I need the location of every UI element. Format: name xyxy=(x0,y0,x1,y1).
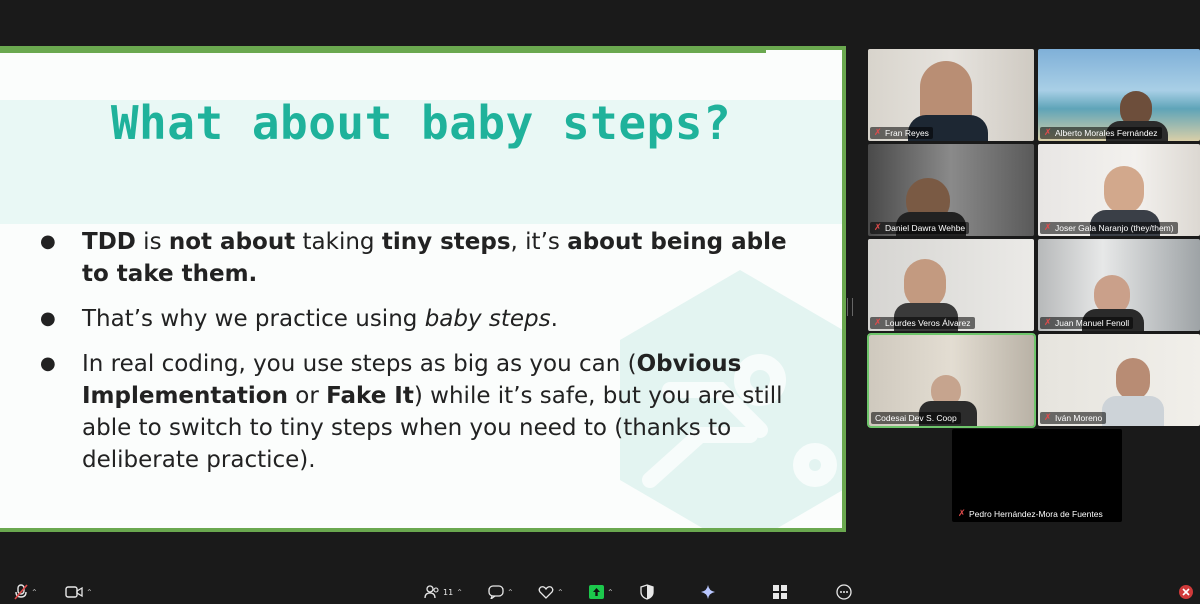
video-tile-no-video[interactable]: ✗ Pedro Hernández-Mora de Fuentes xyxy=(952,429,1122,522)
mic-muted-icon: ✗ xyxy=(1044,127,1052,138)
slide-top-edge xyxy=(0,50,766,53)
name-label: ✗ Joser Gala Naranjo (they/them) xyxy=(1040,222,1178,234)
video-tile[interactable]: ✗ Juan Manuel Fenoll xyxy=(1038,239,1200,331)
shared-slide: What about baby steps? TDD is not about … xyxy=(0,50,842,528)
video-tile[interactable]: ✗ Joser Gala Naranjo (they/them) xyxy=(1038,144,1200,236)
video-tile[interactable]: ✗ Alberto Morales Fernández xyxy=(1038,49,1200,141)
apps-button[interactable] xyxy=(773,582,787,602)
mute-button[interactable]: ⌃ xyxy=(14,582,38,602)
name-label: ✗ Juan Manuel Fenoll xyxy=(1040,317,1134,329)
chat-icon xyxy=(488,585,504,599)
share-screen-button[interactable]: ⌃ xyxy=(589,582,614,602)
name-label: ✗ Iván Moreno xyxy=(1040,412,1107,424)
video-button[interactable]: ⌃ xyxy=(65,582,93,602)
heart-icon xyxy=(538,586,554,599)
mic-muted-icon: ✗ xyxy=(874,317,882,328)
bullet-item: That’s why we practice using baby steps. xyxy=(40,303,800,335)
video-tile[interactable]: ✗ Lourdes Veros Álvarez xyxy=(868,239,1034,331)
shield-icon xyxy=(640,584,654,600)
chevron-up-icon[interactable]: ⌃ xyxy=(86,588,93,597)
mic-muted-icon xyxy=(14,584,28,600)
chevron-up-icon[interactable]: ⌃ xyxy=(557,588,564,597)
bullet-item: TDD is not about taking tiny steps, it’s… xyxy=(40,226,800,290)
ai-companion-button[interactable] xyxy=(700,582,716,602)
video-tile[interactable]: ✗ Fran Reyes xyxy=(868,49,1034,141)
mic-muted-icon: ✗ xyxy=(874,127,882,138)
participant-count: 11 xyxy=(443,587,454,597)
name-label: ✗ Alberto Morales Fernández xyxy=(1040,127,1162,139)
participants-button[interactable]: 11 ⌃ xyxy=(424,582,463,602)
mic-muted-icon: ✗ xyxy=(958,508,966,519)
sparkle-icon xyxy=(701,585,715,599)
panel-resize-handle[interactable] xyxy=(847,298,853,316)
close-icon xyxy=(1179,585,1193,599)
video-tile-active-speaker[interactable]: Codesai Dev S. Coop xyxy=(867,333,1036,428)
meeting-top-bar xyxy=(0,0,1200,46)
more-options-icon xyxy=(836,584,852,600)
participants-icon xyxy=(424,585,439,599)
leave-button[interactable] xyxy=(1178,582,1194,602)
name-label: ✗ Lourdes Veros Álvarez xyxy=(870,317,975,329)
chevron-up-icon[interactable]: ⌃ xyxy=(507,588,514,597)
mic-muted-icon: ✗ xyxy=(1044,412,1052,423)
more-button[interactable] xyxy=(836,582,852,602)
slide-bullet-list: TDD is not about taking tiny steps, it’s… xyxy=(40,226,800,489)
name-label: Codesai Dev S. Coop xyxy=(871,412,961,424)
name-label: ✗ Daniel Dawra Wehbe xyxy=(870,222,970,234)
bullet-item: In real coding, you use steps as big as … xyxy=(40,348,800,476)
apps-grid-icon xyxy=(773,585,787,599)
name-label: ✗ Fran Reyes xyxy=(870,127,933,139)
video-tile[interactable]: ✗ Daniel Dawra Wehbe xyxy=(868,144,1034,236)
name-label: ✗ Pedro Hernández-Mora de Fuentes xyxy=(958,508,1103,519)
mic-muted-icon: ✗ xyxy=(1044,222,1052,233)
mic-muted-icon: ✗ xyxy=(874,222,882,233)
chevron-up-icon[interactable]: ⌃ xyxy=(607,588,614,597)
chevron-up-icon[interactable]: ⌃ xyxy=(31,588,38,597)
video-camera-icon xyxy=(65,586,83,598)
chevron-up-icon[interactable]: ⌃ xyxy=(456,588,463,597)
slide-title: What about baby steps? xyxy=(110,96,732,150)
mic-muted-icon: ✗ xyxy=(1044,317,1052,328)
chat-button[interactable]: ⌃ xyxy=(488,582,514,602)
security-button[interactable] xyxy=(640,582,654,602)
video-tile[interactable]: ✗ Iván Moreno xyxy=(1038,334,1200,426)
share-screen-icon xyxy=(589,585,604,599)
reactions-button[interactable]: ⌃ xyxy=(538,582,564,602)
